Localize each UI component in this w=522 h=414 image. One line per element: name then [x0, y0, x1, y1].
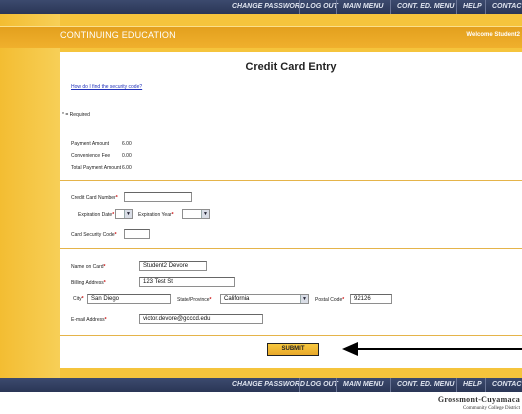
- expiration-year-label: Expiration Year*: [138, 212, 174, 218]
- form-panel: Credit Card Entry How do I find the secu…: [60, 52, 522, 368]
- nav-contact-us[interactable]: Contact Us: [485, 0, 522, 14]
- expiration-date-select[interactable]: ▼: [115, 209, 133, 219]
- brand-title: CONTINUING EDUCATION: [60, 30, 176, 40]
- submit-button[interactable]: SUBMIT: [267, 343, 319, 356]
- expiration-year-select[interactable]: ▼: [182, 209, 210, 219]
- bottom-nav-cont-ed-menu[interactable]: Cont. Ed. Menu: [390, 378, 454, 392]
- page-title: Credit Card Entry: [245, 61, 337, 73]
- postal-code-label: Postal Code*: [315, 297, 345, 303]
- total-payment-value: 6.00: [122, 165, 132, 171]
- nav-help[interactable]: Help: [456, 0, 482, 14]
- state-province-label: State/Province*: [177, 297, 212, 303]
- welcome-message: Welcome Student2: [466, 32, 520, 38]
- billing-address-input[interactable]: 123 Test St: [139, 277, 235, 287]
- city-input[interactable]: San Diego: [87, 294, 171, 304]
- district-logo-subtitle: Community College District: [463, 406, 520, 411]
- postal-code-input[interactable]: 92126: [350, 294, 392, 304]
- security-code-help-link[interactable]: How do I find the security code?: [71, 84, 142, 90]
- email-address-label: E-mail Address*: [71, 317, 107, 323]
- nav-log-out[interactable]: Log Out: [299, 0, 338, 14]
- section-divider-1: [60, 180, 522, 181]
- expiration-date-label: Expiration Date*: [78, 212, 115, 218]
- bottom-nav-help[interactable]: Help: [456, 378, 482, 392]
- district-logo-name: Grossmont-Cuyamaca: [437, 395, 520, 404]
- card-number-label: Credit Card Number*: [71, 195, 118, 201]
- nav-cont-ed-menu[interactable]: Cont. Ed. Menu: [390, 0, 454, 14]
- top-nav-bar: Change Password Log Out Main Menu Cont. …: [0, 0, 522, 14]
- bottom-nav-log-out[interactable]: Log Out: [299, 378, 338, 392]
- pointer-arrow-line: [354, 348, 522, 350]
- bottom-nav-bar: Change Password Log Out Main Menu Cont. …: [0, 378, 522, 392]
- payment-amount-label: Payment Amount: [71, 141, 110, 147]
- security-code-label: Card Security Code*: [71, 232, 117, 238]
- total-payment-label: Total Payment Amount: [71, 165, 122, 171]
- gold-left-margin: [0, 14, 60, 378]
- name-on-card-label: Name on Card*: [71, 264, 106, 270]
- convenience-fee-label: Convenience Fee: [71, 153, 111, 159]
- section-divider-2: [60, 248, 522, 249]
- convenience-fee-value: 0.00: [122, 153, 132, 159]
- name-on-card-input[interactable]: Student2 Devore: [139, 261, 207, 271]
- security-code-input[interactable]: [124, 229, 150, 239]
- section-divider-3: [60, 335, 522, 336]
- billing-address-label: Billing Address*: [71, 280, 106, 286]
- city-label: City*: [73, 296, 84, 302]
- bottom-nav-contact-us[interactable]: Contact Us: [485, 378, 522, 392]
- chevron-down-icon: ▼: [201, 210, 209, 218]
- chevron-down-icon: ▼: [300, 295, 308, 303]
- state-province-select[interactable]: California ▼: [220, 294, 309, 304]
- chevron-down-icon: ▼: [124, 210, 132, 218]
- required-note: * = Required: [62, 112, 90, 118]
- email-address-input[interactable]: victor.devore@gcccd.edu: [139, 314, 263, 324]
- payment-amount-value: 6.00: [122, 141, 132, 147]
- bottom-nav-main-menu[interactable]: Main Menu: [336, 378, 383, 392]
- card-number-input[interactable]: [124, 192, 192, 202]
- nav-main-menu[interactable]: Main Menu: [336, 0, 383, 14]
- bottom-nav-change-password[interactable]: Change Password: [226, 378, 305, 392]
- nav-change-password[interactable]: Change Password: [226, 0, 305, 14]
